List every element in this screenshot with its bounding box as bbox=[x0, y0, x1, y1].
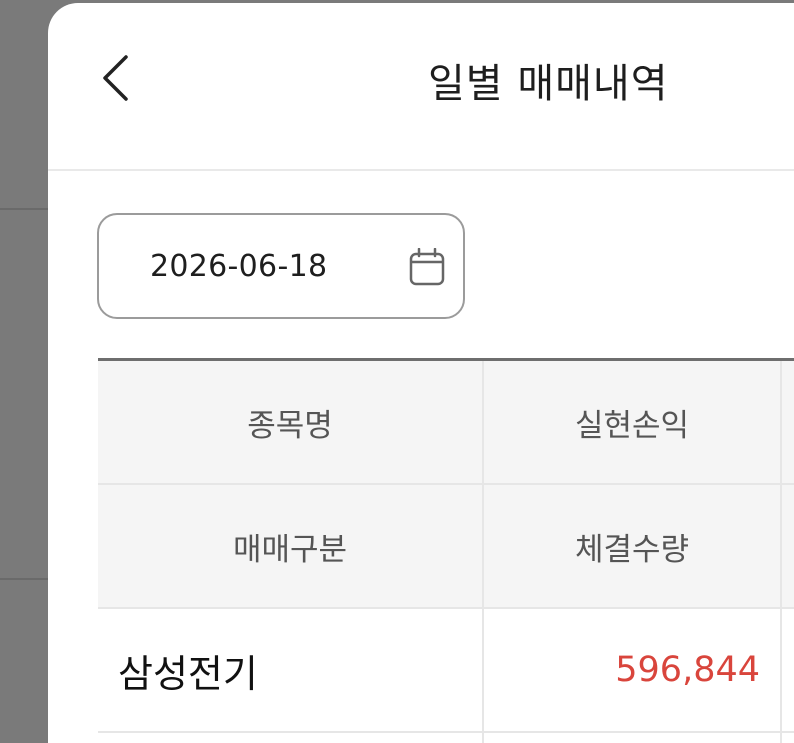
calendar-icon bbox=[409, 248, 445, 286]
table-row[interactable]: 삼성전기 596,844 bbox=[98, 609, 794, 733]
table-header-row: 매매구분 체결수량 bbox=[98, 485, 794, 609]
overflow-cell bbox=[782, 609, 794, 731]
column-header-filled-quantity: 체결수량 bbox=[484, 485, 782, 607]
page-title: 일별 매매내역 bbox=[428, 61, 669, 107]
backdrop-divider bbox=[0, 208, 48, 210]
column-header-trade-type: 매매구분 bbox=[98, 485, 484, 607]
column-header-overflow bbox=[782, 485, 794, 607]
daily-trade-history-sheet: 일별 매매내역 2026-06-18 종목명 실현손익 매매구분 체결수량 삼성… bbox=[48, 3, 794, 743]
back-button[interactable] bbox=[90, 43, 140, 113]
screen: 일별 매매내역 2026-06-18 종목명 실현손익 매매구분 체결수량 삼성… bbox=[0, 0, 794, 743]
realized-pnl-cell: 596,844 bbox=[484, 609, 782, 731]
table-header-row: 종목명 실현손익 bbox=[98, 361, 794, 485]
chevron-left-icon bbox=[103, 55, 128, 101]
stock-name-cell: 삼성전기 bbox=[98, 609, 484, 731]
column-header-overflow bbox=[782, 361, 794, 483]
sheet-header: 일별 매매내역 bbox=[48, 3, 794, 171]
trade-table: 종목명 실현손익 매매구분 체결수량 삼성전기 596,844 bbox=[98, 358, 794, 743]
table-row[interactable] bbox=[98, 733, 794, 743]
realized-pnl-cell bbox=[484, 733, 782, 743]
stock-name-cell bbox=[98, 733, 484, 743]
backdrop-divider bbox=[0, 578, 48, 580]
date-picker[interactable]: 2026-06-18 bbox=[97, 213, 465, 319]
column-header-stock-name: 종목명 bbox=[98, 361, 484, 483]
date-value: 2026-06-18 bbox=[150, 249, 328, 284]
column-header-realized-pnl: 실현손익 bbox=[484, 361, 782, 483]
